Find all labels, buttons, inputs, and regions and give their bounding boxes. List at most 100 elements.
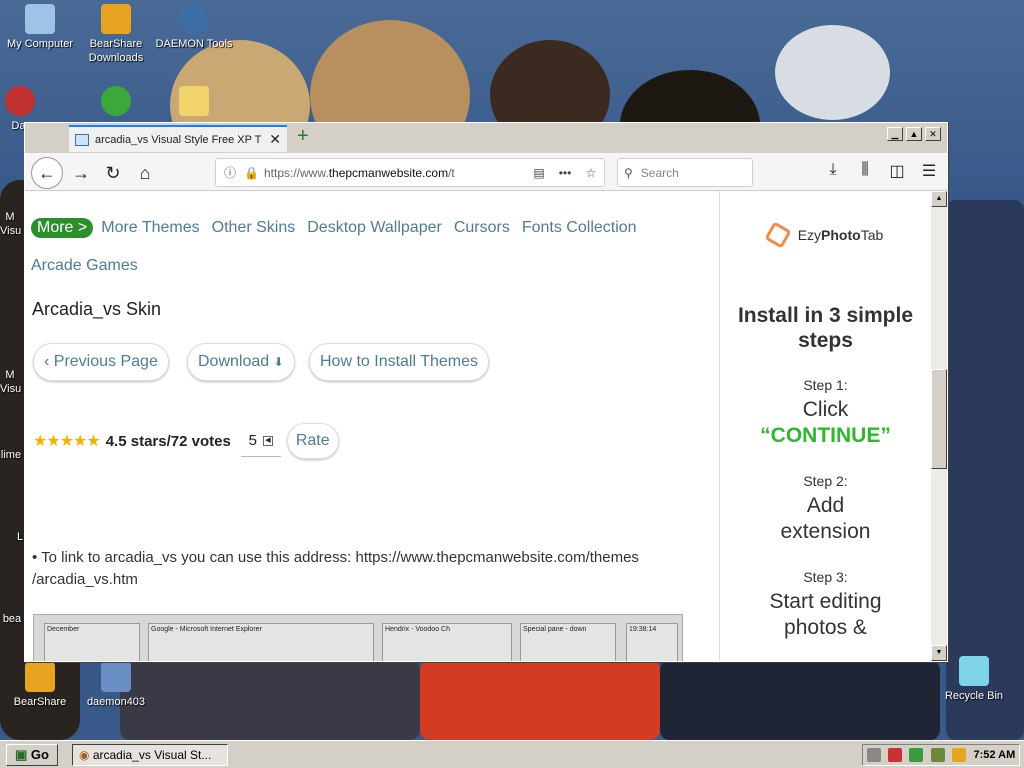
minimize-button[interactable]: ▁ [887, 127, 903, 141]
browser-window: arcadia_vs Visual Style Free XP T ✕ + ▁ … [24, 122, 948, 662]
link-cursors[interactable]: Cursors [454, 219, 510, 236]
ezy-photo-tab-logo[interactable]: Ezy Photo Tab [720, 221, 931, 249]
link-other-skins[interactable]: Other Skins [212, 219, 296, 236]
ad-heading: Install in 3 simple steps [737, 304, 914, 352]
toolbar-right: ⤓ ⫼ ◫ ☰ [823, 161, 939, 181]
page-actions-icon[interactable]: ••• [552, 166, 578, 180]
menu-icon[interactable]: ☰ [919, 161, 939, 181]
link-desktop-wallpaper[interactable]: Desktop Wallpaper [307, 219, 442, 236]
bearshare-icon [101, 4, 131, 34]
step-2-action: Add extension [780, 494, 871, 543]
sidebar-icon[interactable]: ◫ [887, 161, 907, 181]
link-arcade-games[interactable]: Arcade Games [31, 257, 138, 274]
step-1-label: Step 1: [803, 377, 848, 393]
app-icon [5, 86, 35, 116]
step-1-action[interactable]: Click “CONTINUE” [720, 397, 931, 449]
search-box[interactable]: ⚲ Search [617, 158, 753, 187]
how-to-install-button[interactable]: How to Install Themes [309, 343, 489, 381]
recycle-bin-icon [959, 656, 989, 686]
go-start-button[interactable]: ▣ Go [6, 744, 58, 766]
info-icon[interactable]: ⓘ [224, 164, 240, 181]
vertical-scrollbar[interactable]: ▲ ▼ [931, 191, 947, 661]
page-content: More > More Themes Other Skins Desktop Wall… [25, 191, 719, 661]
step-3-label: Step 3: [803, 569, 848, 585]
bearshare-icon [25, 662, 55, 692]
continue-link[interactable]: “CONTINUE” [760, 424, 891, 447]
rating-select[interactable]: 5 ◀ [240, 425, 281, 457]
scroll-up-button[interactable]: ▲ [931, 191, 947, 207]
download-button[interactable]: Download ⬇ [187, 343, 295, 381]
download-icon[interactable]: ⤓ [823, 161, 843, 181]
desktop-label-partial: bea [2, 613, 22, 625]
wallpaper-figure [120, 660, 420, 740]
wallpaper-figure [420, 660, 660, 740]
bookmark-star-icon[interactable]: ☆ [578, 166, 604, 180]
scroll-thumb[interactable] [931, 369, 947, 469]
close-window-button[interactable]: ✕ [925, 127, 941, 141]
clock[interactable]: 7:52 AM [973, 749, 1015, 761]
link-address-text: • To link to arcadia_vs you can use this… [32, 549, 639, 588]
utorrent-icon [101, 86, 131, 116]
desktop-icon-folder[interactable] [154, 86, 234, 119]
preview-clock: 19:38:14 [626, 623, 678, 661]
step-3-action: Start editing photos & [769, 590, 882, 639]
preview-player: Hendrix - Voodoo Ch [382, 623, 512, 661]
daemon-tools-icon [179, 4, 209, 34]
url-text[interactable]: https://www.thepcmanwebsite.com/t [264, 166, 526, 180]
dropdown-arrow-icon: ◀ [262, 435, 273, 446]
rating-row: ★★★★★ 4.5 stars/72 votes 5 ◀ Rate [33, 423, 339, 459]
nav-links: More > More Themes Other Skins Desktop Wall… [31, 209, 711, 285]
rate-button[interactable]: Rate [286, 423, 339, 459]
sidebar-ad: Ezy Photo Tab Install in 3 simple steps … [719, 191, 931, 661]
desktop-icon-daemon403[interactable]: daemon403 [76, 662, 156, 709]
wallpaper-figure [775, 25, 890, 120]
hexagon-logo-icon [764, 221, 792, 249]
new-tab-button[interactable]: + [297, 125, 309, 148]
desktop-icon-bearshare[interactable]: BearShare [0, 662, 80, 709]
star-rating-icon: ★★★★★ [33, 433, 101, 450]
folder-icon [179, 86, 209, 116]
wallpaper-figure [660, 660, 940, 740]
forward-button[interactable]: → [67, 159, 95, 187]
maximize-button[interactable]: ▲ [906, 127, 922, 141]
taskbar-button-browser[interactable]: ◉ arcadia_vs Visual St... [72, 744, 228, 766]
home-button[interactable]: ⌂ [131, 159, 159, 187]
tray-app-icon[interactable] [930, 748, 945, 762]
previous-page-button[interactable]: ‹ Previous Page [33, 343, 169, 381]
window-controls: ▁ ▲ ✕ [887, 127, 941, 141]
url-bar[interactable]: ⓘ 🔒 https://www.thepcmanwebsite.com/t ▤ … [215, 158, 605, 187]
close-tab-icon[interactable]: ✕ [269, 131, 281, 148]
desktop-icon-my-computer[interactable]: My Computer [0, 4, 80, 51]
start-logo-icon: ▣ [15, 747, 28, 762]
desktop-icon-daemon-tools[interactable]: DAEMON Tools [154, 4, 234, 51]
desktop-icon-utorrent[interactable] [76, 86, 156, 119]
back-button[interactable]: ← [31, 157, 63, 189]
tray-daemon-icon[interactable] [888, 748, 903, 762]
tab-arcadia[interactable]: arcadia_vs Visual Style Free XP T ✕ [69, 125, 287, 152]
computer-icon [25, 4, 55, 34]
desktop-icon-bearshare-downloads[interactable]: BearShare Downloads [76, 4, 156, 65]
reader-view-icon[interactable]: ▤ [526, 166, 552, 180]
taskbar: ▣ Go ◉ arcadia_vs Visual St... 7:52 AM [0, 740, 1024, 768]
preview-browser: Google - Microsoft Internet Explorer [148, 623, 374, 661]
favicon-icon [75, 133, 89, 146]
scroll-down-button[interactable]: ▼ [931, 645, 947, 661]
skin-preview-image: December Google - Microsoft Internet Exp… [33, 614, 683, 661]
desktop-icon-recycle-bin[interactable]: Recycle Bin [934, 656, 1014, 703]
desktop-label-partial: M Visu [0, 211, 22, 237]
link-more-themes[interactable]: More Themes [101, 219, 199, 236]
desktop-label-partial: lime [0, 449, 22, 461]
page-title: Arcadia_vs Skin [32, 299, 162, 319]
lock-icon: 🔒 [244, 165, 259, 180]
tray-network-icon[interactable] [866, 748, 881, 762]
more-button[interactable]: More > [31, 218, 94, 238]
browser-task-icon: ◉ [79, 748, 90, 762]
tray-utorrent-icon[interactable] [909, 748, 924, 762]
download-arrow-icon: ⬇ [273, 355, 284, 369]
desktop-label-partial: M Visu [0, 369, 22, 395]
link-fonts-collection[interactable]: Fonts Collection [522, 219, 637, 236]
tray-bearshare-icon[interactable] [952, 748, 967, 762]
library-icon[interactable]: ⫼ [855, 161, 875, 181]
reload-button[interactable]: ↻ [99, 159, 127, 187]
installer-icon [101, 662, 131, 692]
